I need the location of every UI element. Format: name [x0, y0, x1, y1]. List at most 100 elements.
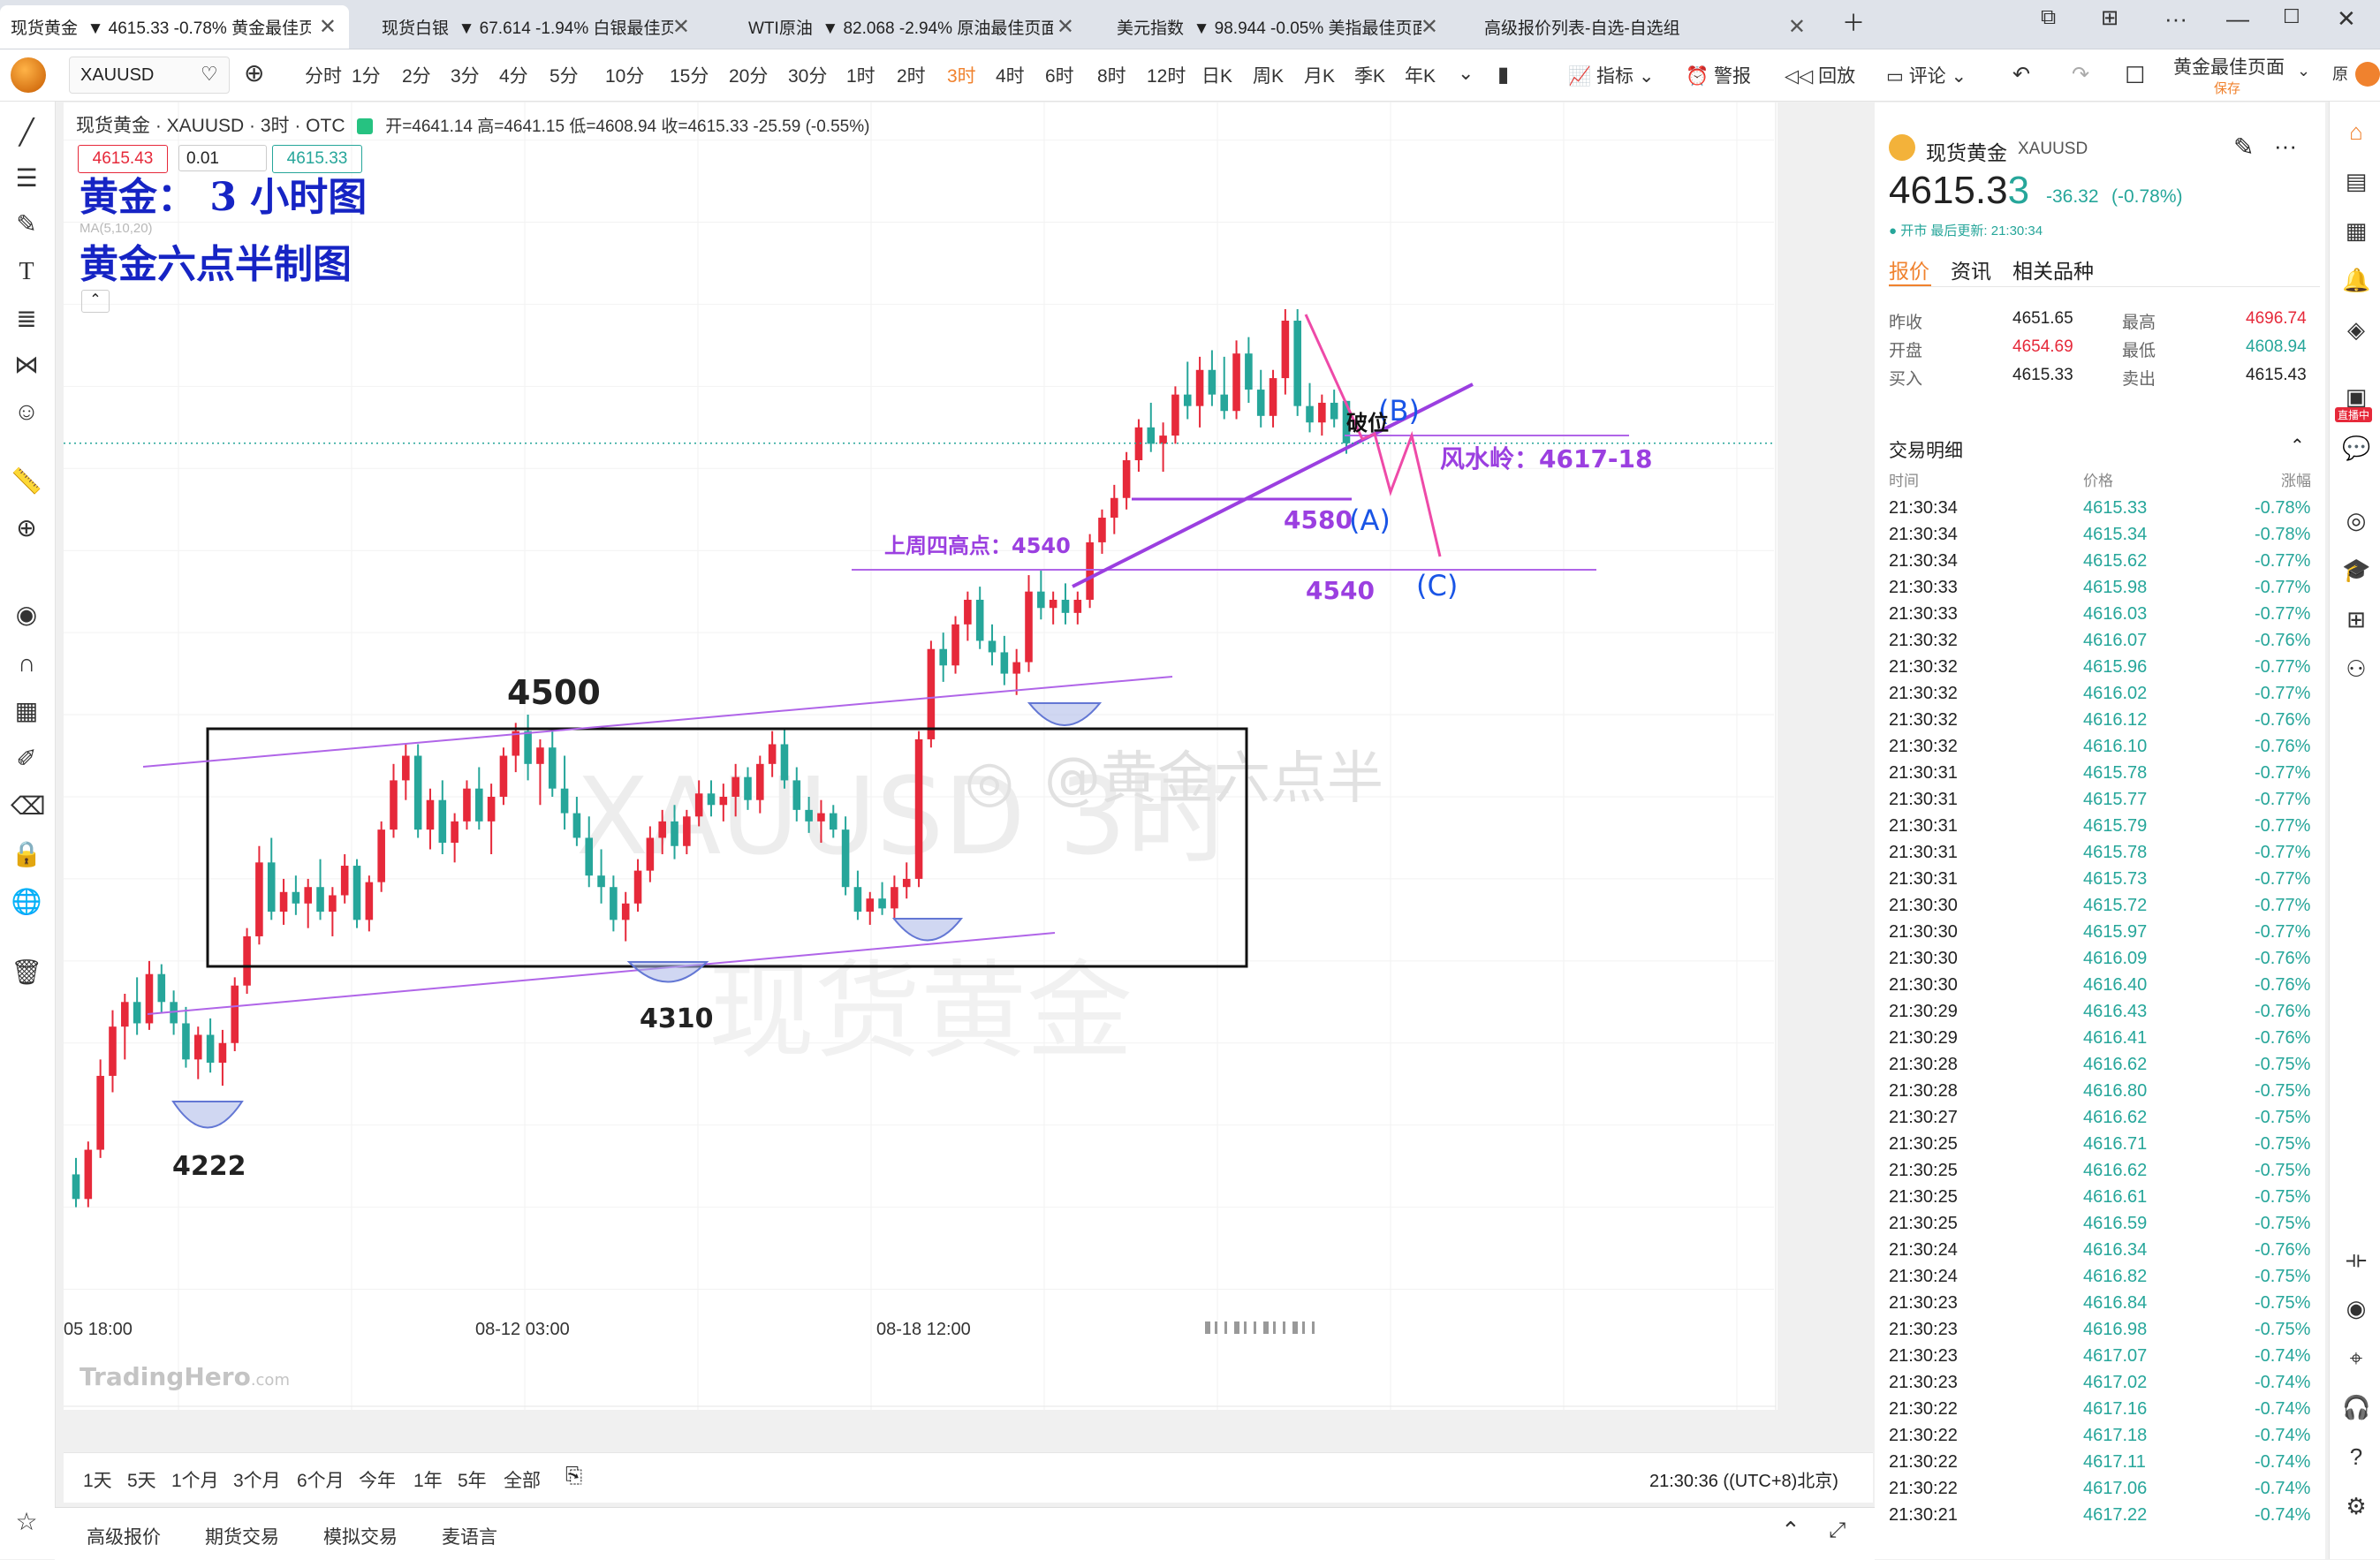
layout-icon[interactable]: ⊞ [2101, 5, 2119, 31]
candle-type-icon[interactable]: ▮ [1497, 62, 1509, 87]
close-icon[interactable]: ✕ [1788, 14, 1806, 40]
zoom-icon[interactable]: ⊕ [11, 512, 42, 544]
trash-icon[interactable]: 🗑 [11, 957, 42, 988]
panel-tab-quote[interactable]: 报价 [1889, 254, 1929, 284]
close-icon[interactable]: ✕ [319, 14, 337, 40]
brush-icon[interactable]: ✎ [11, 208, 42, 240]
timeframe-6[interactable]: 10分 [605, 62, 644, 88]
undo-icon[interactable]: ↶ [2012, 62, 2030, 87]
add-symbol-icon[interactable]: ⊕ [244, 58, 264, 87]
comment-button[interactable]: ▭ 评论 ⌄ [1886, 62, 1967, 88]
candlestick-chart[interactable]: XAUUSD 3时 现货黄金 @黄金六点半 ◎ 4500 4310 4222 上… [64, 102, 1777, 1410]
tab-dollar-index[interactable]: 美元指数 ▼ 98.944 -0.05% 美指最佳页面 ✕ [1106, 5, 1451, 49]
network-icon[interactable]: ⚇ [2342, 655, 2370, 683]
tab-advanced-quotes[interactable]: 高级报价 [87, 1523, 161, 1549]
star-icon[interactable]: ☆ [11, 1506, 42, 1538]
lock-icon[interactable]: 🔒 [11, 838, 42, 870]
range-6[interactable]: 1年 [413, 1466, 443, 1493]
tab-spot-gold[interactable]: 现货黄金 ▼ 4615.33 -0.78% 黄金最佳页面 ✕ [0, 5, 349, 49]
layout-name[interactable]: 黄金最佳页面 [2173, 53, 2285, 80]
tab-quote-list[interactable]: 高级报价列表-自选-自选组 ✕ [1474, 5, 1818, 49]
text-tool-icon[interactable]: T [11, 256, 42, 288]
expand-panel-icon[interactable]: ⌃ [1781, 1517, 1800, 1544]
chart-area[interactable]: XAUUSD 3时 现货黄金 @黄金六点半 ◎ 4500 4310 4222 上… [64, 102, 1777, 1410]
tab-futures-trading[interactable]: 期货交易 [205, 1523, 279, 1549]
document-icon[interactable]: ▤ [2342, 167, 2370, 195]
grid-icon[interactable]: ⊞ [2342, 605, 2370, 633]
timeframe-10[interactable]: 1时 [846, 62, 875, 88]
range-1[interactable]: 5天 [127, 1466, 156, 1493]
range-3[interactable]: 3个月 [233, 1466, 281, 1493]
new-tab-icon[interactable]: ＋ [1842, 5, 1865, 38]
range-8[interactable]: 全部 [504, 1466, 541, 1493]
timeframe-3[interactable]: 3分 [451, 62, 480, 88]
timeframe-5[interactable]: 5分 [550, 62, 579, 88]
calendar-icon[interactable]: ▦ [2342, 216, 2370, 245]
user-avatar[interactable] [2355, 62, 2380, 87]
avatar[interactable] [11, 57, 46, 93]
pattern-icon[interactable]: ⋈ [11, 349, 42, 381]
tab-mai-language[interactable]: 麦语言 [442, 1523, 497, 1549]
alert-button[interactable]: ⏰ 警报 [1686, 62, 1751, 88]
pencil-lock-icon[interactable]: ✐ [11, 743, 42, 775]
buy-price-button[interactable]: 4615.33 [272, 145, 362, 173]
range-0[interactable]: 1天 [83, 1466, 112, 1493]
emoji-icon[interactable]: ☺ [11, 396, 42, 428]
timeframe-19[interactable]: 月K [1304, 62, 1335, 88]
layout-dropdown-icon[interactable]: ⌄ [2297, 62, 2310, 80]
timeframe-dropdown-icon[interactable]: ⌄ [1458, 62, 1474, 85]
edit-icon[interactable]: ✎ [2233, 133, 2254, 162]
orig-label[interactable]: 原 [2332, 62, 2348, 85]
upper-channel-line[interactable] [142, 676, 1173, 768]
target-icon[interactable]: ◎ [2342, 506, 2370, 534]
timeframe-7[interactable]: 15分 [670, 62, 709, 88]
maximize-panel-icon[interactable]: ⤢ [1829, 1518, 1846, 1543]
close-icon[interactable]: ✕ [672, 14, 690, 40]
timeframe-11[interactable]: 2时 [897, 62, 926, 88]
ruler-icon[interactable]: 📏 [11, 466, 42, 497]
range-2[interactable]: 1个月 [171, 1466, 219, 1493]
maximize-icon[interactable]: ☐ [2283, 5, 2300, 28]
timeframe-12[interactable]: 3时 [947, 62, 976, 88]
calendar-icon[interactable]: ▦ [11, 695, 42, 727]
close-icon[interactable]: ✕ [1057, 14, 1074, 40]
globe-icon[interactable]: 🌐 [11, 886, 42, 918]
timeframe-14[interactable]: 6时 [1045, 62, 1074, 88]
timeframe-21[interactable]: 年K [1405, 62, 1436, 88]
timeframe-17[interactable]: 日K [1201, 62, 1232, 88]
layers-icon[interactable]: ◈ [2342, 315, 2370, 344]
close-icon[interactable]: ✕ [1421, 14, 1438, 40]
panel-tab-related[interactable]: 相关品种 [2012, 254, 2094, 284]
collapse-trades-icon[interactable]: ⌃ [2290, 435, 2305, 457]
timeframe-1[interactable]: 1分 [352, 62, 381, 88]
close-window-icon[interactable]: ✕ [2337, 5, 2356, 33]
tab-demo-trading[interactable]: 模拟交易 [323, 1523, 398, 1549]
heart-icon[interactable]: ♡ [201, 63, 218, 86]
ma-indicator-label[interactable]: MA(5,10,20) [80, 221, 153, 236]
timeframe-20[interactable]: 季K [1354, 62, 1385, 88]
eye-icon[interactable]: ◉ [2342, 1294, 2370, 1322]
timeframe-4[interactable]: 4分 [499, 62, 528, 88]
minimize-icon[interactable]: — [2226, 5, 2249, 33]
timeframe-18[interactable]: 周K [1253, 62, 1284, 88]
dumbbell-icon[interactable]: ⟛ [2342, 1245, 2370, 1273]
eye-icon[interactable]: ◉ [11, 599, 42, 631]
chat-icon[interactable]: 💬 [2342, 434, 2370, 462]
horizontal-lines-icon[interactable]: ☰ [11, 163, 42, 194]
redo-icon[interactable]: ↷ [2072, 62, 2089, 87]
timeframe-9[interactable]: 30分 [788, 62, 827, 88]
replay-button[interactable]: ◁◁ 回放 [1785, 62, 1855, 88]
settings-icon[interactable]: ⚙ [2342, 1492, 2370, 1520]
sell-price-button[interactable]: 4615.43 [78, 145, 168, 173]
more-icon[interactable]: ··· [2164, 5, 2187, 33]
indicators-button[interactable]: 📈 指标 ⌄ [1568, 62, 1654, 88]
tab-wti-oil[interactable]: WTI原油 ▼ 82.068 -2.94% 原油最佳页面 ✕ [738, 5, 1087, 49]
eraser-icon[interactable]: ⌫ [11, 791, 46, 822]
timeframe-0[interactable]: 分时 [305, 62, 342, 88]
range-7[interactable]: 5年 [458, 1466, 487, 1493]
timeframe-13[interactable]: 4时 [996, 62, 1025, 88]
timeframe-16[interactable]: 12时 [1147, 62, 1186, 88]
range-4[interactable]: 6个月 [297, 1466, 345, 1493]
timeframe-15[interactable]: 8时 [1097, 62, 1126, 88]
magnet-icon[interactable]: ∩ [11, 647, 42, 679]
